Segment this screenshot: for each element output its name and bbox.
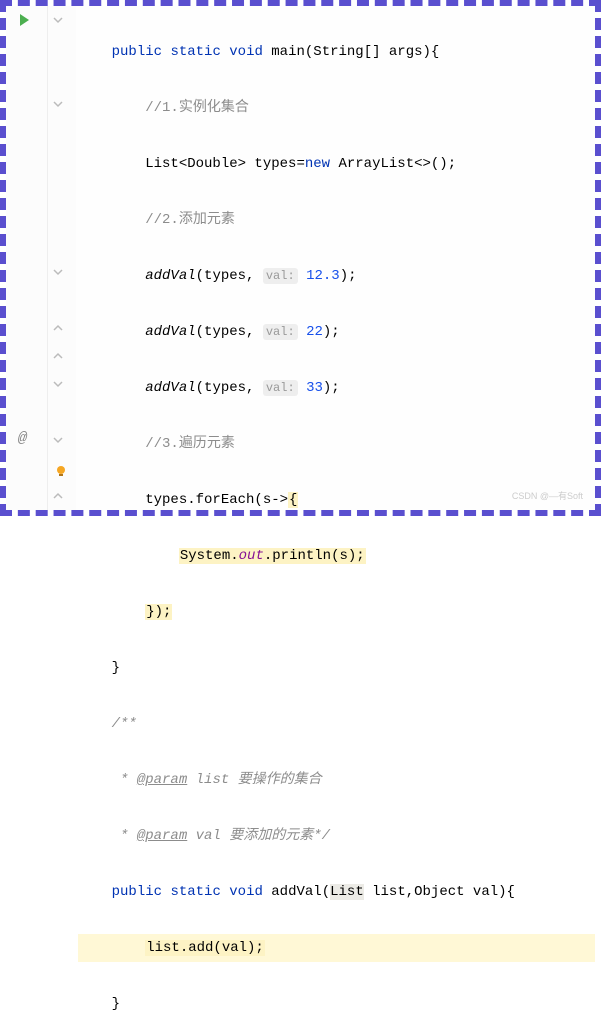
gutter-fold [48, 6, 76, 510]
code-area[interactable]: public static void main(String[] args){ … [76, 6, 595, 510]
code-line: addVal(types, val: 12.3); [78, 262, 595, 290]
code-line-current: list.add(val); [78, 934, 595, 962]
fold-icon[interactable] [52, 490, 64, 502]
inlay-hint: val: [263, 268, 298, 284]
code-line: * @param val 要添加的元素*/ [78, 822, 595, 850]
fold-icon[interactable] [52, 350, 64, 362]
code-line: * @param list 要操作的集合 [78, 766, 595, 794]
code-line: List<Double> types=new ArrayList<>(); [78, 150, 595, 178]
inlay-hint: val: [263, 324, 298, 340]
watermark: CSDN @—有Soft [512, 489, 583, 502]
code-line: addVal(types, val: 33); [78, 374, 595, 402]
code-line: //1.实例化集合 [78, 94, 595, 122]
fold-icon[interactable] [52, 322, 64, 334]
code-line: System.out.println(s); [78, 542, 595, 570]
code-line: }); [78, 598, 595, 626]
code-line: //3.遍历元素 [78, 430, 595, 458]
fold-icon[interactable] [52, 266, 64, 278]
bulb-icon[interactable] [54, 464, 68, 478]
fold-icon[interactable] [52, 378, 64, 390]
fold-icon[interactable] [52, 14, 64, 26]
code-line: } [78, 990, 595, 1018]
run-icon[interactable] [16, 12, 32, 28]
code-line: //2.添加元素 [78, 206, 595, 234]
code-line: addVal(types, val: 22); [78, 318, 595, 346]
gutter-left: @ [6, 6, 48, 510]
fold-icon[interactable] [52, 434, 64, 446]
code-line: public static void main(String[] args){ [78, 38, 595, 66]
fold-icon[interactable] [52, 98, 64, 110]
inlay-hint: val: [263, 380, 298, 396]
code-line: public static void addVal(List list,Obje… [78, 878, 595, 906]
code-line: } [78, 654, 595, 682]
code-line: /** [78, 710, 595, 738]
override-marker[interactable]: @ [18, 430, 27, 447]
